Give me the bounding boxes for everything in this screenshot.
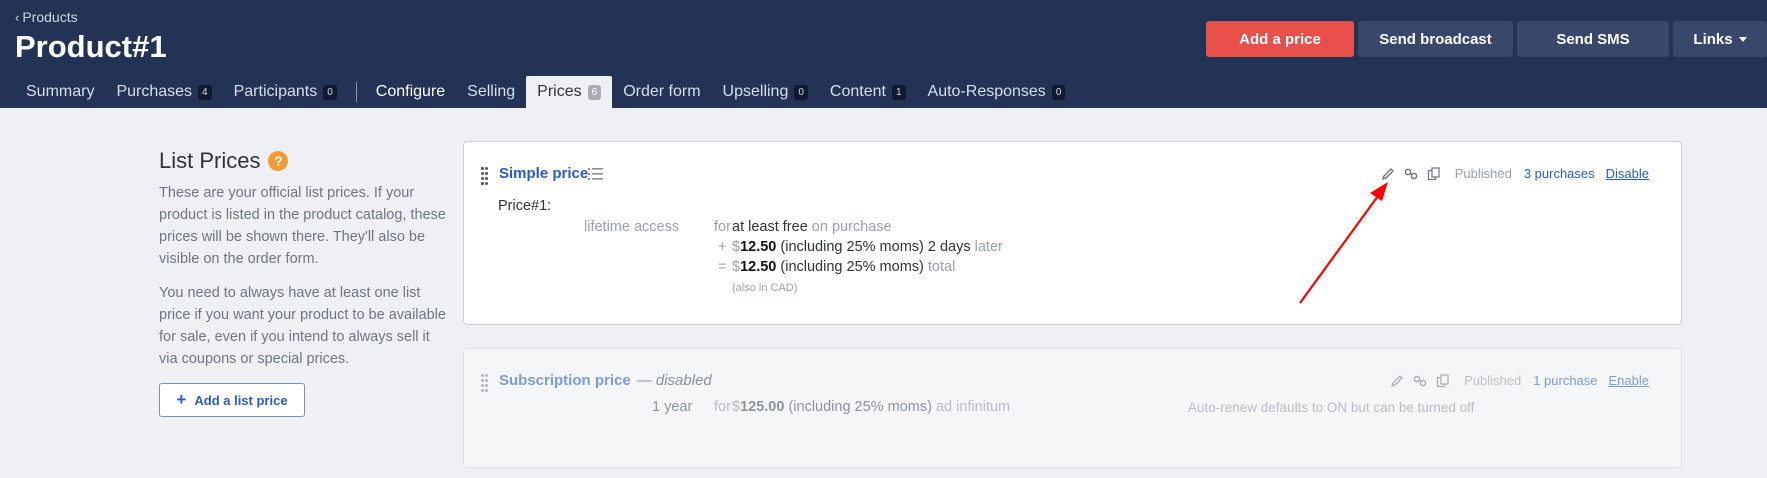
currency-symbol: $ <box>732 399 741 415</box>
price-title-text: Subscription price <box>499 372 631 389</box>
page-title: Product#1 <box>15 29 167 64</box>
add-list-price-button[interactable]: + Add a list price <box>159 383 305 417</box>
purchases-link[interactable]: 3 purchases <box>1524 166 1595 181</box>
tab-label: Participants <box>233 83 318 100</box>
tab-label: Configure <box>375 83 446 100</box>
price-line: $125.00 (including 25% moms) ad infinitu… <box>732 399 1010 415</box>
product-header: ‹ Products Product#1 Add a price Send bro… <box>0 0 1767 108</box>
caret-down-icon <box>1738 36 1747 42</box>
price-line: at least free on purchase <box>732 219 892 235</box>
status-label: Published <box>1464 373 1522 388</box>
back-link-label: Products <box>22 9 78 25</box>
billing-period: 1 year <box>652 399 693 415</box>
plus-icon: + <box>176 390 187 409</box>
tab-summary[interactable]: Summary <box>15 76 105 108</box>
plus-sign: + <box>718 239 727 255</box>
tab-label: Auto-Responses <box>927 83 1046 100</box>
send-broadcast-button[interactable]: Send broadcast <box>1358 21 1513 57</box>
initial-price-suffix: on purchase <box>811 219 892 235</box>
price-card: Simple price Published 3 purchases Disab… <box>463 141 1682 325</box>
tab-count-badge: 6 <box>587 84 602 100</box>
back-to-products-link[interactable]: ‹ Products <box>15 9 78 25</box>
tab-selling[interactable]: Selling <box>456 76 526 108</box>
product-tabs: Summary Purchases 4 Participants 0 Configu… <box>15 76 1076 108</box>
tab-auto-responses[interactable]: Auto-Responses 0 <box>917 76 1077 108</box>
drag-handle-icon[interactable] <box>481 373 489 392</box>
add-price-button[interactable]: Add a price <box>1206 21 1354 57</box>
tab-label: Content <box>829 83 886 100</box>
links-label: Links <box>1693 30 1733 48</box>
list-icon[interactable] <box>588 167 603 181</box>
drag-handle-icon[interactable] <box>481 166 489 185</box>
chevron-left-icon: ‹ <box>15 10 20 25</box>
currency-symbol: $ <box>732 239 741 255</box>
price-card-disabled: Subscription price — disabled Published 1… <box>463 348 1682 468</box>
tab-prices[interactable]: Prices 6 <box>526 76 613 108</box>
price-amount: 125.00 <box>740 399 785 415</box>
send-sms-button[interactable]: Send SMS <box>1517 21 1669 57</box>
link-icon[interactable] <box>1413 374 1427 388</box>
initial-price-value: at least free <box>732 219 808 235</box>
price-suffix: later <box>974 239 1003 255</box>
auto-renew-note: Auto-renew defaults to ON but can be tur… <box>1188 400 1475 415</box>
tab-label: Selling <box>467 83 516 100</box>
pencil-icon[interactable] <box>1381 167 1395 181</box>
intro-paragraph: These are your official list prices. If … <box>159 185 446 267</box>
price-name: Price#1: <box>498 198 552 214</box>
tab-label: Order form <box>623 83 701 100</box>
tab-divider <box>355 82 357 102</box>
price-title-link[interactable]: Subscription price — disabled <box>499 372 712 389</box>
price-card-tools: Published 1 purchase Enable <box>1381 373 1649 388</box>
access-label: lifetime access <box>584 219 680 235</box>
tab-label: Prices <box>537 83 582 100</box>
tab-count-badge: 4 <box>198 84 212 100</box>
copy-icon[interactable] <box>1436 373 1450 388</box>
currency-symbol: $ <box>732 259 741 275</box>
price-tax-note: (including 25% moms) <box>788 399 932 415</box>
copy-icon[interactable] <box>1427 166 1441 181</box>
tab-count-badge: 1 <box>891 84 906 100</box>
tab-count-badge: 0 <box>323 84 337 100</box>
tab-content[interactable]: Content 1 <box>819 76 917 108</box>
disable-link[interactable]: Disable <box>1606 166 1649 181</box>
links-dropdown-button[interactable]: Links <box>1673 21 1767 57</box>
total-amount: 12.50 <box>740 259 777 275</box>
total-suffix: total <box>927 259 956 275</box>
section-title: List Prices ? <box>159 148 449 174</box>
tab-upselling[interactable]: Upselling 0 <box>712 76 819 108</box>
for-label: for <box>714 399 731 415</box>
tab-label: Upselling <box>722 83 789 100</box>
total-tax-note: (including 25% moms) <box>780 259 924 275</box>
tab-count-badge: 0 <box>1051 84 1066 100</box>
price-line: $12.50 (including 25% moms) total <box>732 259 955 275</box>
alt-currency-note: (also in CAD) <box>732 282 798 294</box>
intro-paragraph: You need to always have at least one lis… <box>159 285 446 367</box>
price-line: $12.50 (including 25% moms) 2 days later <box>732 239 1003 255</box>
link-icon[interactable] <box>1404 167 1418 181</box>
tab-order-form[interactable]: Order form <box>612 76 711 108</box>
equals-sign: = <box>718 259 727 275</box>
list-prices-intro: List Prices ? These are your official li… <box>159 148 449 417</box>
disabled-tag: — disabled <box>636 372 712 389</box>
header-actions: Add a price Send broadcast Send SMS Link… <box>1202 21 1767 57</box>
price-title-link[interactable]: Simple price <box>499 165 588 182</box>
price-card-tools: Published 3 purchases Disable <box>1372 166 1649 181</box>
price-tax-note: (including 25% moms) 2 days <box>780 239 971 255</box>
pencil-icon[interactable] <box>1390 374 1404 388</box>
enable-link[interactable]: Enable <box>1609 373 1649 388</box>
tab-participants[interactable]: Participants 0 <box>223 76 348 108</box>
price-suffix: ad infinitum <box>935 399 1011 415</box>
price-amount: 12.50 <box>740 239 777 255</box>
section-title-text: List Prices <box>159 148 261 173</box>
add-list-price-label: Add a list price <box>194 392 288 408</box>
for-label: for <box>714 219 731 235</box>
tab-label: Purchases <box>116 83 193 100</box>
status-label: Published <box>1454 166 1512 181</box>
tab-count-badge: 0 <box>794 84 808 100</box>
tab-label: Summary <box>26 83 95 100</box>
help-icon[interactable]: ? <box>268 151 289 171</box>
tab-purchases[interactable]: Purchases 4 <box>105 76 222 108</box>
purchases-link[interactable]: 1 purchase <box>1533 373 1597 388</box>
tab-configure[interactable]: Configure <box>365 76 456 108</box>
